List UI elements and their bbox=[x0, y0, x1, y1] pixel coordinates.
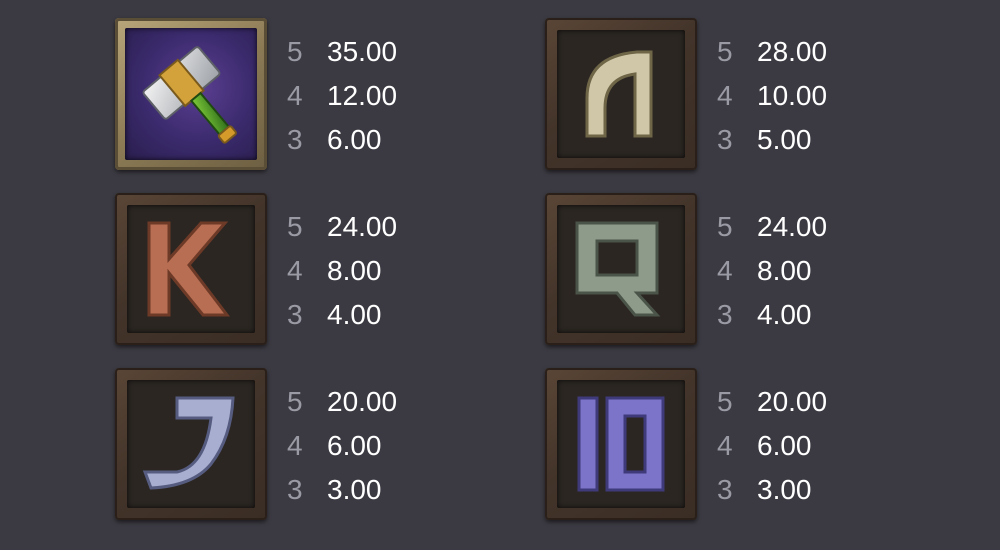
paytable-entry-10: 5 20.00 4 6.00 3 3.00 bbox=[545, 368, 985, 523]
symbol-count: 3 bbox=[717, 474, 733, 505]
symbol-count: 4 bbox=[287, 430, 303, 461]
paytable-entry-hammer: 5 35.00 4 12.00 3 6.00 bbox=[115, 18, 555, 173]
payout-row: 5 20.00 bbox=[287, 380, 397, 424]
payout-amount: 24.00 bbox=[327, 211, 398, 242]
payout-row: 4 10.00 bbox=[717, 74, 827, 118]
letter-q-icon bbox=[575, 221, 661, 317]
symbol-count: 3 bbox=[717, 299, 733, 330]
payout-row: 3 3.00 bbox=[287, 468, 397, 512]
letter-j-icon bbox=[142, 396, 235, 490]
symbol-count: 4 bbox=[287, 255, 303, 286]
symbol-count: 3 bbox=[287, 474, 303, 505]
payout-list: 5 28.00 4 10.00 3 5.00 bbox=[717, 30, 827, 162]
symbol-count: 5 bbox=[287, 386, 303, 417]
payout-amount: 5.00 bbox=[757, 124, 812, 155]
payout-amount: 24.00 bbox=[757, 211, 828, 242]
payout-amount: 8.00 bbox=[327, 255, 382, 286]
symbol-count: 5 bbox=[717, 36, 733, 67]
payout-row: 5 28.00 bbox=[717, 30, 827, 74]
symbol-tile bbox=[545, 18, 697, 170]
rune-n-icon bbox=[585, 50, 653, 138]
symbol-count: 4 bbox=[717, 255, 733, 286]
symbol-tile bbox=[115, 193, 267, 345]
payout-row: 5 24.00 bbox=[287, 205, 397, 249]
payout-amount: 12.00 bbox=[327, 80, 398, 111]
payout-list: 5 24.00 4 8.00 3 4.00 bbox=[717, 205, 827, 337]
payout-amount: 20.00 bbox=[757, 386, 828, 417]
number-10-icon bbox=[577, 396, 665, 492]
symbol-count: 4 bbox=[717, 430, 733, 461]
payout-list: 5 20.00 4 6.00 3 3.00 bbox=[717, 380, 827, 512]
payout-amount: 6.00 bbox=[757, 430, 812, 461]
payout-row: 3 5.00 bbox=[717, 118, 827, 162]
payout-amount: 8.00 bbox=[757, 255, 812, 286]
payout-amount: 6.00 bbox=[327, 430, 382, 461]
payout-row: 5 20.00 bbox=[717, 380, 827, 424]
payout-row: 3 6.00 bbox=[287, 118, 397, 162]
payout-list: 5 24.00 4 8.00 3 4.00 bbox=[287, 205, 397, 337]
payout-list: 5 20.00 4 6.00 3 3.00 bbox=[287, 380, 397, 512]
paytable-entry-j: 5 20.00 4 6.00 3 3.00 bbox=[115, 368, 555, 523]
payout-amount: 3.00 bbox=[757, 474, 812, 505]
symbol-tile bbox=[115, 368, 267, 520]
payout-row: 5 35.00 bbox=[287, 30, 397, 74]
letter-k-icon bbox=[147, 221, 231, 317]
paytable-entry-rune: 5 28.00 4 10.00 3 5.00 bbox=[545, 18, 985, 173]
payout-row: 4 6.00 bbox=[717, 424, 827, 468]
symbol-count: 5 bbox=[717, 386, 733, 417]
payout-amount: 35.00 bbox=[327, 36, 398, 67]
payout-list: 5 35.00 4 12.00 3 6.00 bbox=[287, 30, 397, 162]
payout-row: 5 24.00 bbox=[717, 205, 827, 249]
payout-amount: 20.00 bbox=[327, 386, 398, 417]
payout-row: 4 8.00 bbox=[717, 249, 827, 293]
payout-amount: 6.00 bbox=[327, 124, 382, 155]
symbol-count: 3 bbox=[717, 124, 733, 155]
payout-amount: 10.00 bbox=[757, 80, 828, 111]
payout-row: 4 12.00 bbox=[287, 74, 397, 118]
paytable-entry-k: 5 24.00 4 8.00 3 4.00 bbox=[115, 193, 555, 348]
symbol-tile bbox=[115, 18, 267, 170]
payout-row: 3 4.00 bbox=[287, 293, 397, 337]
payout-amount: 4.00 bbox=[757, 299, 812, 330]
payout-row: 3 4.00 bbox=[717, 293, 827, 337]
paytable-entry-q: 5 24.00 4 8.00 3 4.00 bbox=[545, 193, 985, 348]
payout-amount: 28.00 bbox=[757, 36, 828, 67]
symbol-count: 3 bbox=[287, 124, 303, 155]
symbol-count: 5 bbox=[287, 211, 303, 242]
symbol-count: 4 bbox=[287, 80, 303, 111]
payout-amount: 3.00 bbox=[327, 474, 382, 505]
payout-amount: 4.00 bbox=[327, 299, 382, 330]
symbol-count: 4 bbox=[717, 80, 733, 111]
hammer-icon bbox=[142, 46, 237, 144]
symbol-tile bbox=[545, 368, 697, 520]
payout-row: 3 3.00 bbox=[717, 468, 827, 512]
symbol-count: 5 bbox=[287, 36, 303, 67]
symbol-count: 5 bbox=[717, 211, 733, 242]
symbol-count: 3 bbox=[287, 299, 303, 330]
payout-row: 4 8.00 bbox=[287, 249, 397, 293]
symbol-tile bbox=[545, 193, 697, 345]
payout-row: 4 6.00 bbox=[287, 424, 397, 468]
